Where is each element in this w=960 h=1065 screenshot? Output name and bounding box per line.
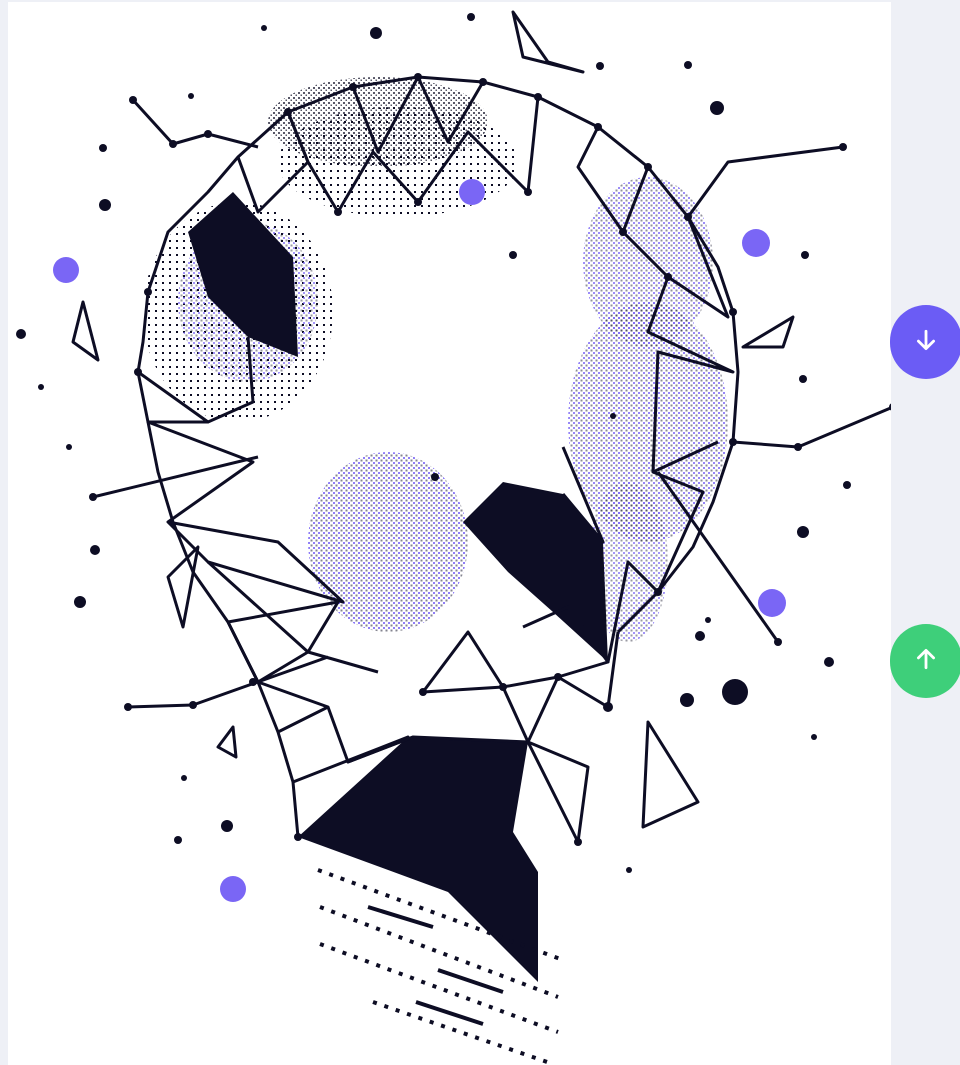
illustration-canvas [8,2,891,1065]
arrow-down-icon [913,327,939,358]
lightbulb-illustration [16,10,891,1065]
scroll-down-button[interactable] [890,305,960,379]
arrow-up-icon [913,646,939,677]
scroll-up-button[interactable] [890,624,960,698]
side-rail [891,0,960,1065]
